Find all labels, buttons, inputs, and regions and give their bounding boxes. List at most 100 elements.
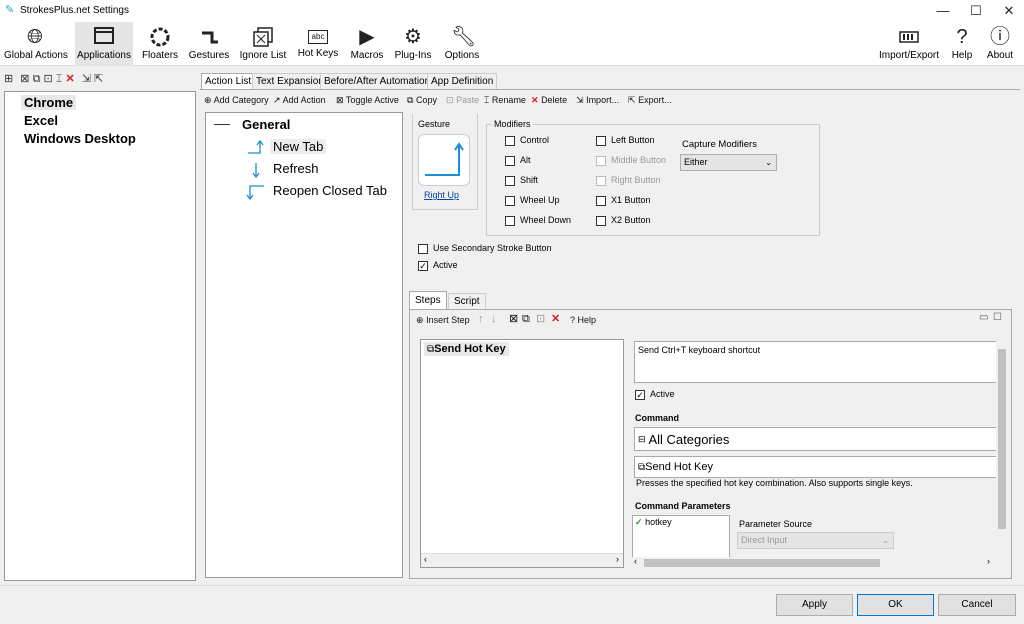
paste-icon: ⊡ — [446, 95, 454, 105]
detail-vertical-scrollbar[interactable] — [996, 339, 1008, 558]
parameters-list[interactable]: ✓ hotkey — [632, 515, 730, 559]
add-category-button[interactable]: ⊕ Add Category — [204, 93, 269, 107]
scroll-left-icon[interactable]: ‹ — [424, 554, 427, 564]
delete-button[interactable]: ✕ Delete — [531, 93, 567, 107]
left-button-checkbox[interactable]: Left Button — [596, 135, 655, 146]
secondary-stroke-checkbox[interactable]: Use Secondary Stroke Button — [418, 243, 552, 254]
gesture-left-down-icon — [244, 183, 268, 201]
macros-button[interactable]: ▶︎ Macros — [348, 22, 386, 66]
export-icon[interactable]: ⇱ — [94, 73, 103, 85]
applications-button[interactable]: Applications — [75, 22, 133, 66]
import-icon[interactable]: ⇲ — [82, 73, 91, 85]
action-tree[interactable]: General New Tab Refresh Reopen Closed Ta… — [205, 112, 403, 578]
tab-steps[interactable]: Steps — [409, 291, 447, 310]
floaters-button[interactable]: Floaters — [140, 22, 180, 66]
ignore-list-button[interactable]: Ignore List — [238, 22, 288, 66]
tab-before-after-automation[interactable]: Before/After Automation — [320, 73, 435, 89]
capture-modifiers-select[interactable]: Either ⌄ — [680, 154, 777, 171]
apply-button[interactable]: Apply — [776, 594, 853, 616]
app-list[interactable]: Chrome Excel Windows Desktop — [4, 91, 196, 581]
ok-button[interactable]: OK — [857, 594, 934, 616]
plug-ins-button[interactable]: ⚙︎ Plug-Ins — [394, 22, 432, 66]
export-button[interactable]: ⇱ Export... — [628, 93, 672, 107]
rename-button[interactable]: ⌶ Rename — [484, 93, 526, 107]
paste-icon[interactable]: ⊡ — [43, 73, 52, 85]
step-active-checkbox[interactable]: ✓ Active — [635, 389, 675, 400]
app-item-chrome[interactable]: Chrome — [21, 95, 77, 110]
maximize-button[interactable]: ☐ — [963, 2, 989, 20]
shift-checkbox[interactable]: Shift — [505, 175, 538, 186]
about-button[interactable]: ⓘ About — [984, 22, 1016, 66]
steps-help-button[interactable]: ? Help — [570, 313, 596, 327]
gesture-preview-icon — [425, 142, 464, 176]
restore-icon[interactable]: ▭ — [979, 312, 988, 323]
detail-horizontal-thumb[interactable] — [644, 559, 880, 567]
gesture-preview[interactable] — [418, 134, 470, 186]
hot-keys-button[interactable]: abc Hot Keys — [296, 22, 340, 66]
scroll-right-icon[interactable]: › — [616, 554, 619, 564]
middle-button-checkbox[interactable]: Middle Button — [596, 155, 666, 166]
tree-action-reopen-closed-tab[interactable]: Reopen Closed Tab — [270, 183, 390, 198]
x2-button-checkbox[interactable]: X2 Button — [596, 215, 651, 226]
add-action-button[interactable]: ↗ Add Action — [273, 93, 326, 107]
close-button[interactable]: ✕ — [996, 2, 1022, 20]
options-button[interactable]: 🔧︎ Options — [442, 22, 482, 66]
toggle-active-button[interactable]: ⊠ Toggle Active — [336, 93, 399, 107]
rename-icon[interactable]: ⌶ — [56, 73, 63, 85]
import-button[interactable]: ⇲ Import... — [576, 93, 619, 107]
detail-horizontal-scrollbar[interactable]: ‹ › — [632, 556, 998, 569]
help-button[interactable]: ? Help — [948, 22, 976, 66]
delete-icon[interactable]: ✕ — [65, 73, 74, 85]
gestures-button[interactable]: Gestures — [188, 22, 230, 66]
wheel-down-checkbox[interactable]: Wheel Down — [505, 215, 571, 226]
step-description-input[interactable]: Send Ctrl+T keyboard shortcut — [634, 341, 998, 383]
command-select[interactable]: ⧉Send Hot Key — [634, 456, 998, 478]
copy-icon[interactable]: ⧉ — [33, 73, 41, 85]
x1-button-checkbox[interactable]: X1 Button — [596, 195, 651, 206]
steps-list[interactable]: ⧉Send Hot Key ‹ › — [420, 339, 624, 568]
alt-checkbox[interactable]: Alt — [505, 155, 531, 166]
cancel-button[interactable]: Cancel — [938, 594, 1016, 616]
right-button-checkbox[interactable]: Right Button — [596, 175, 661, 186]
tab-script[interactable]: Script — [448, 293, 486, 309]
toggle-icon[interactable]: ⊠ — [20, 73, 29, 85]
scroll-right-icon[interactable]: › — [987, 556, 990, 566]
scroll-left-icon[interactable]: ‹ — [634, 556, 637, 566]
alt-box — [505, 155, 515, 166]
step-paste-icon[interactable]: ⊡ — [536, 312, 545, 326]
tab-text-expansion[interactable]: Text Expansion — [252, 73, 328, 89]
active-checkbox[interactable]: ✓ Active — [418, 260, 458, 271]
parameter-item-hotkey[interactable]: ✓ hotkey — [635, 517, 672, 528]
tree-action-refresh[interactable]: Refresh — [270, 161, 322, 176]
category-select[interactable]: ⊟ All Categories — [634, 427, 998, 451]
wheel-up-checkbox[interactable]: Wheel Up — [505, 195, 560, 206]
steps-list-scrollbar[interactable]: ‹ › — [421, 553, 623, 567]
insert-step-button[interactable]: ⊕ Insert Step — [416, 313, 470, 327]
move-down-icon[interactable]: ↓ — [491, 312, 497, 326]
middle-button-label: Middle Button — [611, 155, 667, 165]
move-up-icon[interactable]: ↑ — [478, 312, 484, 326]
app-item-excel[interactable]: Excel — [21, 113, 61, 128]
tree-category-general[interactable]: General — [242, 117, 290, 132]
tab-app-definition[interactable]: App Definition — [427, 73, 498, 89]
minimize-button[interactable]: — — [930, 2, 956, 20]
parameter-source-select[interactable]: Direct Input ⌄ — [737, 532, 894, 549]
step-toggle-icon[interactable]: ⊠ — [509, 312, 518, 326]
paste-button[interactable]: ⊡ Paste — [446, 93, 479, 107]
app-item-windows-desktop[interactable]: Windows Desktop — [21, 131, 139, 146]
capture-modifiers-value: Either — [684, 157, 708, 167]
import-export-button[interactable]: Import/Export — [878, 22, 940, 66]
tab-action-list[interactable]: Action List — [201, 73, 256, 90]
tree-action-new-tab[interactable]: New Tab — [270, 139, 327, 154]
step-delete-icon[interactable]: ✕ — [551, 312, 560, 326]
add-app-icon[interactable]: ⊞ — [4, 73, 13, 85]
gesture-name-link[interactable]: Right Up — [424, 190, 459, 200]
step-copy-icon[interactable]: ⧉ — [522, 312, 530, 326]
copy-button[interactable]: ⧉ Copy — [407, 93, 437, 107]
step-item-send-hot-key[interactable]: ⧉Send Hot Key — [424, 342, 509, 356]
maximize-panel-icon[interactable]: ☐ — [993, 312, 1002, 323]
help-label: Help — [951, 50, 973, 61]
detail-vertical-thumb[interactable] — [998, 349, 1006, 529]
control-checkbox[interactable]: Control — [505, 135, 549, 146]
global-actions-button[interactable]: 🌐︎ Global Actions — [4, 22, 68, 66]
